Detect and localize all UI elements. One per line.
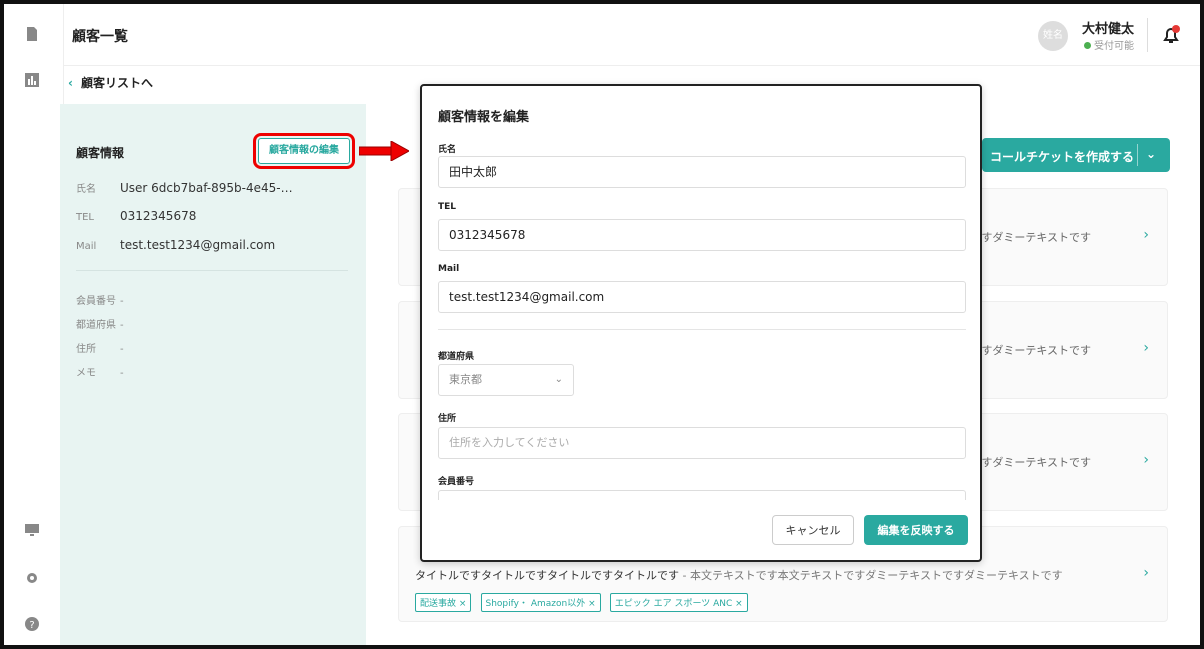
- status-label: 受付可能: [1094, 41, 1134, 52]
- bell-icon[interactable]: [1160, 24, 1182, 46]
- ticket-snippet: すダミーテキストです: [981, 456, 1091, 469]
- name-label: 氏名: [438, 145, 457, 155]
- edit-customer-button[interactable]: 顧客情報の編集: [253, 133, 355, 169]
- tag[interactable]: Shopify・ Amazon以外 ×: [480, 593, 601, 612]
- customer-field-address: 住所 -: [76, 344, 124, 355]
- red-arrow-icon: [359, 141, 409, 161]
- cancel-button[interactable]: キャンセル: [772, 515, 854, 545]
- customer-field-mail: Mail test.test1234@gmail.com: [76, 238, 276, 252]
- divider: [76, 270, 348, 271]
- back-link[interactable]: ‹ 顧客リストへ: [68, 74, 153, 91]
- member-label: 会員番号: [438, 477, 475, 487]
- ticket-title: タイトルですタイトルですタイトルですタイトルです: [415, 569, 679, 582]
- customer-field-memo: メモ -: [76, 368, 124, 379]
- back-link-label: 顧客リストへ: [80, 76, 153, 90]
- apply-button[interactable]: 編集を反映する: [864, 515, 968, 545]
- ticket-text: タイトルですタイトルですタイトルですタイトルです - 本文テキストです本文テキス…: [415, 567, 1063, 583]
- customer-field-name: 氏名 User 6dcb7baf-895b-4e45-…: [76, 181, 293, 195]
- user-name: 大村健太: [1081, 22, 1134, 37]
- create-call-ticket-label: コールチケットを作成する: [990, 150, 1135, 164]
- modal-title: 顧客情報を編集: [438, 110, 530, 125]
- pref-value: 東京都: [449, 373, 482, 386]
- name-field[interactable]: 田中太郎: [438, 156, 966, 188]
- gear-icon[interactable]: [24, 570, 40, 586]
- member-field[interactable]: [438, 490, 966, 500]
- tag[interactable]: 配送事故 ×: [415, 593, 472, 612]
- divider: [1147, 18, 1148, 52]
- status-dot-icon: [1084, 42, 1091, 49]
- pref-select[interactable]: 東京都 ⌄: [438, 364, 574, 396]
- customer-panel: 顧客情報 顧客情報の編集 氏名 User 6dcb7baf-895b-4e45-……: [60, 104, 366, 645]
- email-field[interactable]: test.test1234@gmail.com: [438, 281, 966, 313]
- address-field[interactable]: 住所を入力してください: [438, 427, 966, 459]
- customer-field-member: 会員番号 -: [76, 296, 124, 307]
- icon-rail: ?: [4, 4, 64, 645]
- monitor-icon[interactable]: [24, 522, 40, 538]
- ticket-body: - 本文テキストです本文テキストですダミーテキストですダミーテキストです: [679, 569, 1063, 582]
- chevron-left-icon: ‹: [68, 76, 73, 90]
- page-title: 顧客一覧: [72, 29, 128, 45]
- app-frame: ? 顧客一覧 姓名 大村健太 受付可能 ‹ 顧客リストへ 顧客情報 顧客情報の編集…: [0, 0, 1204, 649]
- ticket-snippet: すダミーテキストです: [981, 344, 1091, 357]
- user-status: 受付可能: [1084, 37, 1134, 52]
- tel-field[interactable]: 0312345678: [438, 219, 966, 251]
- create-call-ticket-button[interactable]: コールチケットを作成する ⌄: [982, 138, 1170, 172]
- tel-label: TEL: [438, 202, 457, 212]
- pref-label: 都道府県: [438, 352, 475, 362]
- mail-label: Mail: [438, 264, 460, 274]
- top-header: 顧客一覧 姓名 大村健太 受付可能: [64, 4, 1200, 66]
- ticket-snippet: すダミーテキストです: [981, 231, 1091, 244]
- chevron-right-icon[interactable]: ›: [1143, 565, 1149, 581]
- customer-field-tel: TEL 0312345678: [76, 209, 197, 223]
- customer-field-pref: 都道府県 -: [76, 320, 124, 331]
- ticket-tags: 配送事故 × Shopify・ Amazon以外 × エピック エア スポーツ …: [415, 591, 752, 612]
- edit-customer-modal: 顧客情報を編集 氏名 田中太郎 TEL 0312345678 Mail test…: [420, 84, 982, 562]
- avatar[interactable]: 姓名: [1038, 21, 1068, 51]
- chart-icon[interactable]: [24, 72, 40, 88]
- tag[interactable]: エピック エア スポーツ ANC ×: [609, 593, 748, 612]
- chevron-down-icon[interactable]: ⌄: [1146, 147, 1156, 161]
- divider: [1137, 144, 1138, 166]
- chevron-right-icon[interactable]: ›: [1143, 452, 1149, 468]
- chevron-right-icon[interactable]: ›: [1143, 227, 1149, 243]
- document-icon[interactable]: [24, 26, 40, 42]
- address-label: 住所: [438, 414, 457, 424]
- help-icon[interactable]: ?: [24, 616, 40, 632]
- divider: [438, 329, 966, 330]
- chevron-down-icon: ⌄: [554, 374, 563, 385]
- svg-text:?: ?: [29, 620, 34, 631]
- customer-section-title: 顧客情報: [76, 146, 125, 160]
- chevron-right-icon[interactable]: ›: [1143, 340, 1149, 356]
